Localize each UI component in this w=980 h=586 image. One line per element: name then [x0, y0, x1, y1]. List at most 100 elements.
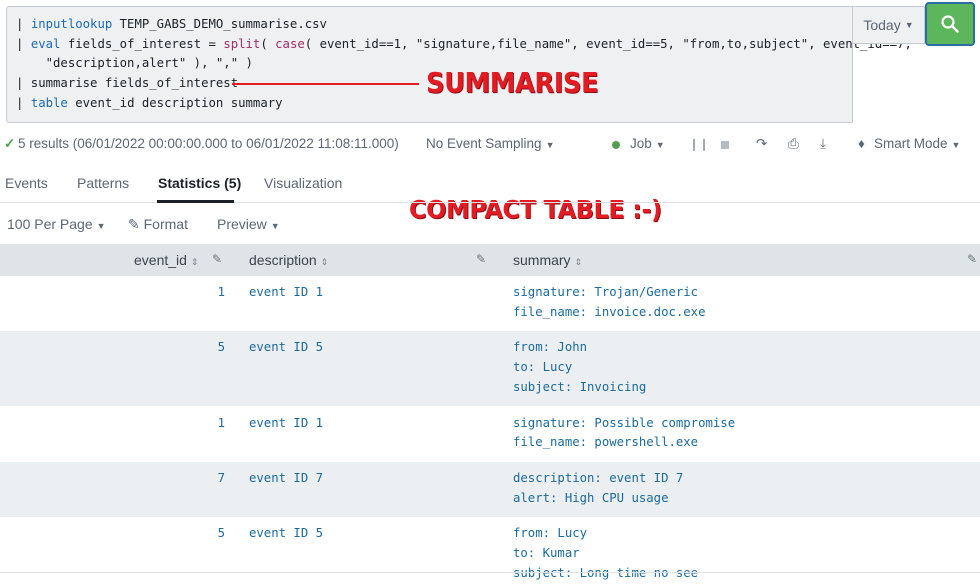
cell-event-id[interactable]: 7	[0, 469, 225, 489]
table-row[interactable]: 7 event ID 7 description: event ID 7 alert:…	[0, 461, 980, 518]
query-token: (	[260, 36, 276, 51]
annotation-summarise: SUMMARISE	[426, 66, 599, 99]
edit-column-icon[interactable]: ✎	[967, 252, 977, 266]
table-row[interactable]: 1 event ID 1 signature: Trojan/Generic file…	[0, 276, 980, 331]
tab-statistics[interactable]: Statistics (5)	[158, 175, 241, 191]
results-count: 5 results (06/01/2022 00:00:00.000 to 06…	[18, 136, 399, 151]
column-header-description[interactable]: description ⇕	[249, 252, 328, 268]
chevron-down-icon: ▼	[951, 140, 961, 150]
check-icon: ✓	[4, 136, 16, 151]
pause-icon[interactable]: ❙❙	[689, 137, 709, 151]
event-sampling-dropdown[interactable]: No Event Sampling ▼	[426, 136, 554, 151]
tab-patterns[interactable]: Patterns	[77, 175, 129, 191]
query-token: split	[223, 36, 261, 51]
cell-summary-line[interactable]: subject: Long time no see	[513, 564, 698, 584]
format-label: Format	[143, 216, 188, 232]
search-query-editor[interactable]: | inputlookup TEMP_GABS_DEMO_summarise.c…	[6, 6, 912, 123]
sort-icon[interactable]: ⇕	[321, 257, 329, 267]
cell-summary-line[interactable]: from: John	[513, 338, 587, 358]
cell-event-id[interactable]: 1	[0, 414, 225, 434]
cell-description[interactable]: event ID 5	[249, 524, 323, 544]
table-toolbar: 100 Per Page ▼ ✎ Format Preview ▼	[0, 212, 980, 236]
per-page-dropdown[interactable]: 100 Per Page ▼	[7, 216, 106, 232]
cell-description[interactable]: event ID 1	[249, 283, 323, 303]
tab-events[interactable]: Events	[5, 175, 48, 191]
table-row[interactable]: 5 event ID 5 from: John to: Lucy subject: In…	[0, 331, 980, 407]
query-token: event_id description summary	[67, 95, 283, 110]
export-icon[interactable]: ⤓	[820, 136, 826, 152]
query-token: inputlookup	[30, 17, 113, 31]
query-token: "description,alert" ), "," )	[16, 56, 253, 71]
query-token: table	[30, 95, 68, 110]
query-token: |	[16, 95, 31, 110]
query-token: fields_of_interest =	[60, 36, 224, 51]
table-header: event_id ⇕ ✎ description ⇕ ✎ summary ⇕ ✎	[0, 244, 980, 276]
chevron-down-icon: ▼	[655, 140, 665, 150]
edit-column-icon[interactable]: ✎	[476, 252, 486, 266]
column-label: event_id	[134, 252, 187, 268]
active-tab-indicator	[157, 200, 234, 203]
query-token: case	[275, 36, 305, 51]
chevron-down-icon: ▼	[545, 140, 555, 150]
search-icon	[941, 15, 959, 33]
chevron-down-icon: ▼	[904, 20, 914, 30]
cell-summary-line[interactable]: from: Lucy	[513, 524, 587, 544]
chevron-down-icon: ▼	[96, 221, 106, 231]
query-line: | inputlookup TEMP_GABS_DEMO_summarise.c…	[16, 15, 912, 35]
cell-summary-line[interactable]: signature: Possible compromise	[513, 414, 735, 434]
time-range-picker[interactable]: Today ▼	[853, 6, 925, 44]
column-header-event-id[interactable]: event_id ⇕	[134, 252, 198, 268]
query-token: |	[16, 36, 31, 51]
format-button[interactable]: ✎ Format	[128, 216, 188, 233]
cell-description[interactable]: event ID 1	[249, 414, 323, 434]
query-token: eval	[30, 36, 61, 51]
edit-column-icon[interactable]: ✎	[212, 252, 222, 266]
cell-summary-line[interactable]: file_name: invoice.doc.exe	[513, 303, 706, 323]
event-sampling-label: No Event Sampling	[426, 136, 542, 151]
stop-icon[interactable]	[721, 141, 729, 149]
sort-icon[interactable]: ⇕	[575, 257, 583, 267]
query-token: | summarise fields_of_interest	[16, 76, 239, 91]
preview-label: Preview	[217, 216, 267, 232]
results-tabs: Events Patterns Statistics (5) Visualiza…	[0, 170, 980, 200]
per-page-label: 100 Per Page	[7, 216, 93, 232]
preview-dropdown[interactable]: Preview ▼	[217, 216, 280, 232]
query-line: | eval fields_of_interest = split( case(…	[16, 35, 912, 55]
time-range-label: Today	[863, 17, 901, 33]
tabs-divider	[0, 202, 980, 203]
cell-description[interactable]: event ID 5	[249, 338, 323, 358]
cell-event-id[interactable]: 5	[0, 524, 225, 544]
search-button[interactable]	[925, 2, 975, 46]
column-label: summary	[513, 252, 571, 268]
job-menu[interactable]: Job ▼	[630, 136, 665, 151]
table-row[interactable]: 1 event ID 1 signature: Possible compromis…	[0, 407, 980, 462]
chevron-down-icon: ▼	[270, 221, 280, 231]
cell-summary-line[interactable]: alert: High CPU usage	[513, 489, 668, 509]
cell-event-id[interactable]: 1	[0, 283, 225, 303]
cell-summary-line[interactable]: to: Lucy	[513, 358, 572, 378]
query-token: ( event_id==1, "signature,file_name", ev…	[304, 36, 912, 51]
cell-summary-line[interactable]: to: Kumar	[513, 544, 580, 564]
cell-description[interactable]: event ID 7	[249, 469, 323, 489]
search-mode-dropdown[interactable]: Smart Mode ▼	[874, 136, 960, 151]
pencil-icon: ✎	[128, 216, 140, 232]
table-bottom-divider	[0, 572, 980, 573]
cell-summary-line[interactable]: description: event ID 7	[513, 469, 683, 489]
sort-icon[interactable]: ⇕	[191, 257, 199, 267]
cell-summary-line[interactable]: subject: Invoicing	[513, 378, 646, 398]
column-label: description	[249, 252, 317, 268]
search-mode-label: Smart Mode	[874, 136, 948, 151]
share-icon[interactable]: ↷	[756, 136, 767, 152]
cell-event-id[interactable]: 5	[0, 338, 225, 358]
annotation-arrow-line	[232, 83, 419, 85]
query-token: |	[16, 17, 31, 31]
search-mode-icon: ♦	[858, 136, 865, 151]
print-icon[interactable]: ⎙	[788, 136, 799, 152]
job-status-dot-icon	[612, 141, 620, 149]
column-header-summary[interactable]: summary ⇕	[513, 252, 582, 268]
tab-visualization[interactable]: Visualization	[264, 175, 342, 191]
query-token: TEMP_GABS_DEMO_summarise.csv	[112, 17, 327, 31]
table-row[interactable]: 5 event ID 5 from: Lucy to: Kumar subject: L…	[0, 517, 980, 586]
cell-summary-line[interactable]: file_name: powershell.exe	[513, 433, 698, 453]
cell-summary-line[interactable]: signature: Trojan/Generic	[513, 283, 698, 303]
